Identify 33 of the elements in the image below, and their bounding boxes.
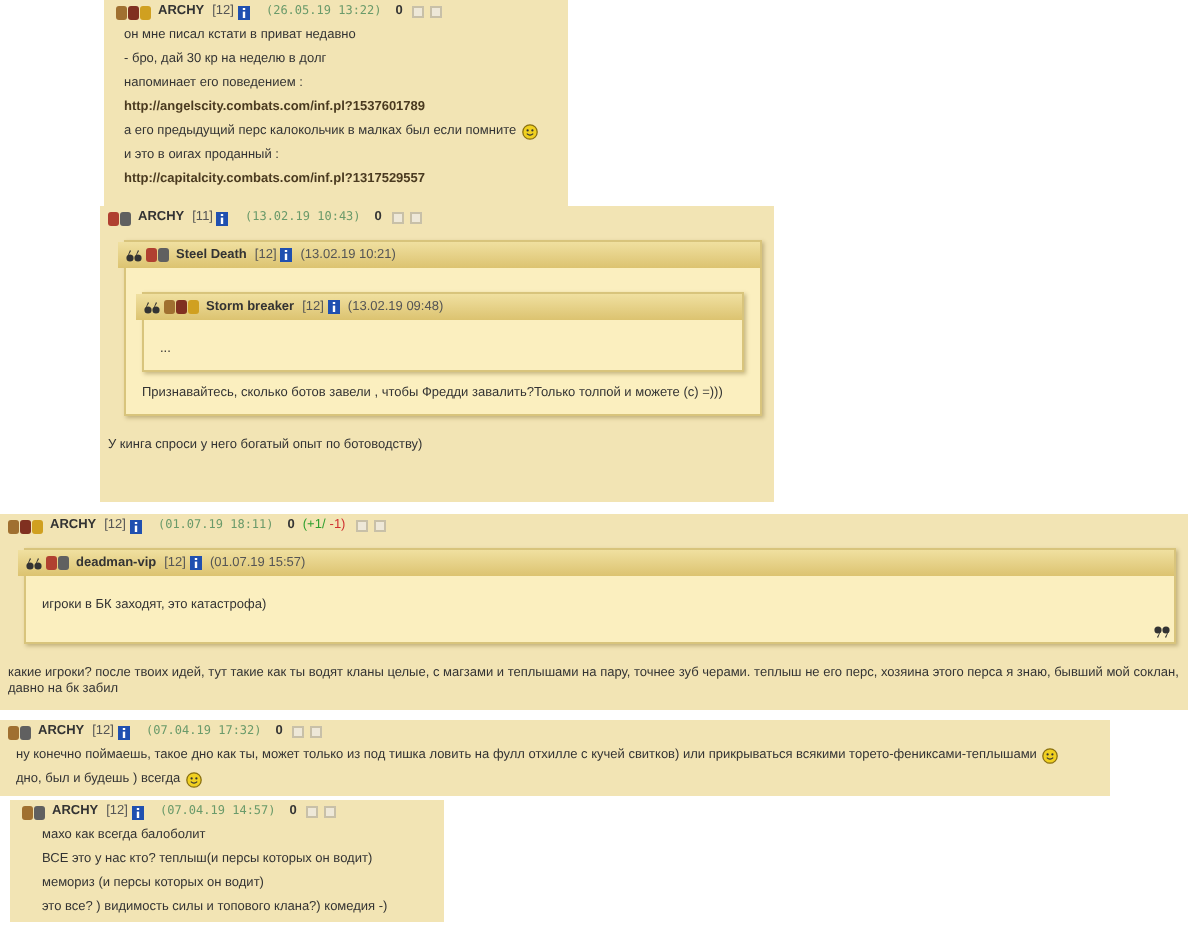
- info-icon[interactable]: [189, 556, 202, 570]
- info-icon[interactable]: [216, 211, 229, 225]
- info-icon[interactable]: [327, 300, 340, 314]
- vote-down-icon[interactable]: [373, 520, 386, 532]
- vote-up-icon[interactable]: [412, 6, 425, 18]
- vote-down-icon[interactable]: [430, 6, 443, 18]
- smiley-icon: [1042, 748, 1059, 764]
- vote-down-icon[interactable]: [310, 726, 323, 738]
- vote-up-icon[interactable]: [306, 806, 319, 818]
- info-icon[interactable]: [237, 5, 250, 19]
- badge-icons: [22, 805, 48, 819]
- badge-icons: [46, 556, 72, 570]
- vote-down-icon[interactable]: [324, 806, 337, 818]
- info-icon[interactable]: [131, 805, 144, 819]
- badge-icons: [8, 725, 34, 739]
- open-quote-icon: [144, 301, 160, 313]
- badge-icons: [8, 519, 46, 533]
- badge-icons: [146, 248, 172, 262]
- open-quote-icon: [26, 557, 42, 569]
- open-quote-icon: [126, 249, 142, 261]
- close-quote-icon: [1154, 626, 1170, 638]
- info-icon[interactable]: [129, 519, 142, 533]
- badge-icons: [116, 5, 154, 19]
- vote-up-icon[interactable]: [355, 520, 368, 532]
- badge-icons: [164, 300, 202, 314]
- smiley-icon: [522, 124, 539, 140]
- info-icon[interactable]: [280, 248, 293, 262]
- badge-icons: [108, 211, 134, 225]
- info-icon[interactable]: [117, 725, 130, 739]
- vote-up-icon[interactable]: [292, 726, 305, 738]
- smiley-icon: [186, 772, 203, 788]
- vote-down-icon[interactable]: [409, 212, 422, 224]
- vote-up-icon[interactable]: [391, 212, 404, 224]
